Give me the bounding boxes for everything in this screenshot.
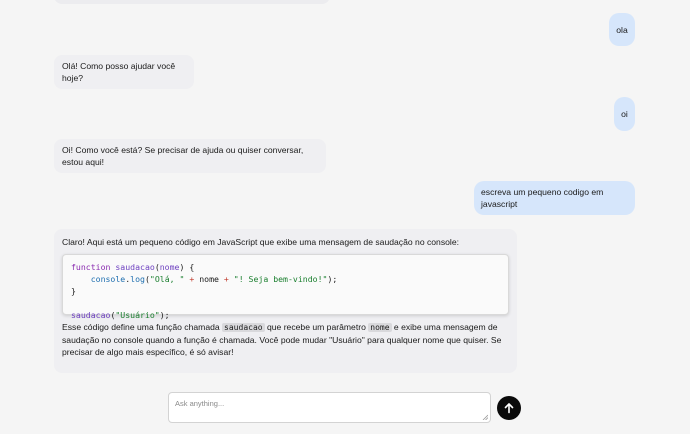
outro-text-part: que recebe um parâmetro xyxy=(266,322,366,332)
inline-code: nome xyxy=(368,323,392,332)
code-variable: nome xyxy=(199,274,219,284)
code-object: console xyxy=(90,274,126,284)
code-param: nome xyxy=(159,262,180,272)
user-message: oi xyxy=(614,97,635,131)
code-function-call: saudacao xyxy=(71,310,111,320)
composer xyxy=(168,392,491,423)
user-message-text: ola xyxy=(616,24,628,35)
code-operator: + xyxy=(223,274,229,284)
assistant-message: Olá! Como posso ajudar você hoje? xyxy=(54,55,194,89)
inline-code: saudacao xyxy=(222,323,265,332)
send-button[interactable] xyxy=(497,396,521,420)
assistant-message: Claro! Aqui está um pequeno código em Ja… xyxy=(54,229,517,373)
resize-grip-icon[interactable] xyxy=(482,414,488,420)
previous-message-fragment xyxy=(54,0,330,4)
arrow-up-icon xyxy=(504,403,514,414)
code-string: "Usuário" xyxy=(115,310,160,320)
code-operator: + xyxy=(189,274,195,284)
user-message-text: escreva um pequeno codigo em javascript xyxy=(481,187,604,209)
user-message-text: oi xyxy=(621,109,628,119)
code-function-name: saudacao xyxy=(115,262,155,272)
code-block[interactable]: function saudacao(nome) { console.log("O… xyxy=(62,254,509,320)
code-punct: ) { xyxy=(179,262,195,272)
code-punct: ); xyxy=(159,310,170,320)
user-message: escreva um pequeno codigo em javascript xyxy=(474,181,635,215)
assistant-outro-text: Esse código define uma função chamada sa… xyxy=(62,321,509,358)
assistant-message-text: Oi! Como você está? Se precisar de ajuda… xyxy=(62,145,304,167)
assistant-message: Oi! Como você está? Se precisar de ajuda… xyxy=(54,139,326,173)
code-string: "! Seja bem-vindo!" xyxy=(233,274,328,284)
code-punct: ); xyxy=(327,274,338,284)
code-keyword: function xyxy=(71,262,111,272)
code-punct: } xyxy=(71,286,76,296)
chat-page: ola Olá! Como posso ajudar você hoje? oi… xyxy=(0,0,690,434)
code-method: log xyxy=(130,274,145,284)
outro-text-part: Esse código define uma função chamada xyxy=(62,322,220,332)
assistant-intro-text: Claro! Aqui está um pequeno código em Ja… xyxy=(62,237,459,247)
user-message: ola xyxy=(609,13,635,46)
message-input[interactable] xyxy=(169,393,490,422)
code-string: "Olá, " xyxy=(149,274,185,284)
assistant-message-text: Olá! Como posso ajudar você hoje? xyxy=(62,61,176,83)
